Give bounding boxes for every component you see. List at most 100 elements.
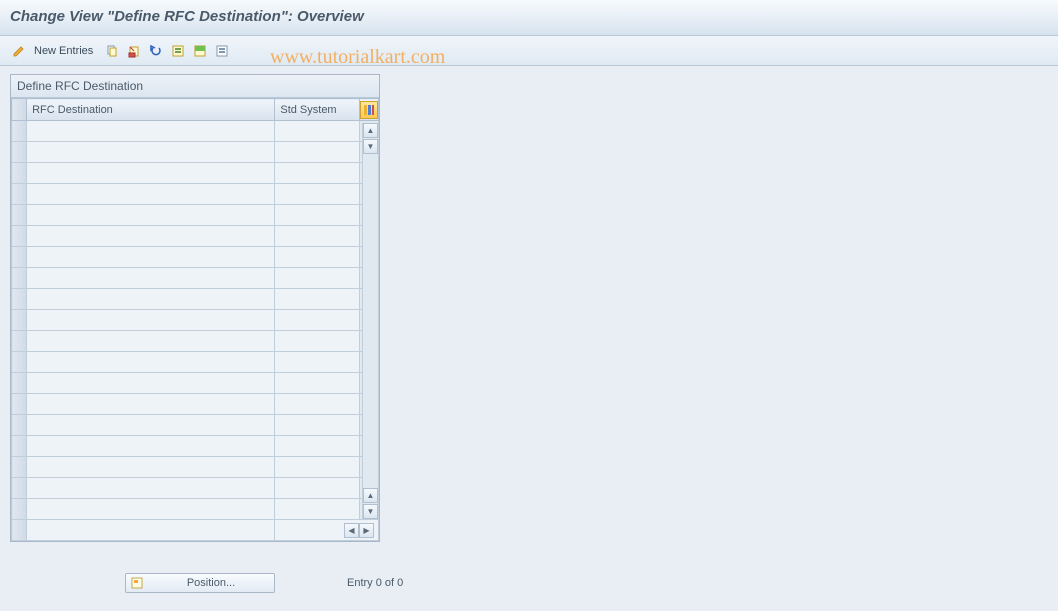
row-selector[interactable] <box>12 226 27 247</box>
cell-rfc-destination[interactable] <box>27 436 275 457</box>
cell-std-system[interactable] <box>275 478 359 499</box>
deselect-all-icon[interactable] <box>213 42 231 60</box>
position-button-label: Position... <box>148 577 274 589</box>
cell-rfc-destination[interactable] <box>27 121 275 142</box>
row-selector[interactable] <box>12 352 27 373</box>
cell-rfc-destination[interactable] <box>27 331 275 352</box>
table-row <box>12 373 379 394</box>
cell-rfc-destination[interactable] <box>27 457 275 478</box>
scroll-down-button-upper[interactable]: ▼ <box>363 139 378 154</box>
cell-rfc-destination[interactable] <box>27 289 275 310</box>
cell-std-system[interactable] <box>275 247 359 268</box>
position-button[interactable]: Position... <box>125 573 275 593</box>
cell-std-system[interactable] <box>275 226 359 247</box>
row-selector[interactable] <box>12 163 27 184</box>
delete-icon[interactable] <box>125 42 143 60</box>
table-row <box>12 394 379 415</box>
select-all-icon[interactable] <box>169 42 187 60</box>
row-selector[interactable] <box>12 268 27 289</box>
cell-std-system[interactable] <box>275 373 359 394</box>
cell-rfc-destination[interactable] <box>27 394 275 415</box>
scroll-up-button[interactable]: ▲ <box>363 123 378 138</box>
row-selector[interactable] <box>12 205 27 226</box>
row-selector[interactable] <box>12 121 27 142</box>
undo-icon[interactable] <box>147 42 165 60</box>
table-row <box>12 226 379 247</box>
cell-rfc-destination[interactable] <box>27 310 275 331</box>
row-selector[interactable] <box>12 478 27 499</box>
table-row <box>12 247 379 268</box>
cell-std-system[interactable] <box>275 310 359 331</box>
cell-std-system[interactable] <box>275 331 359 352</box>
row-selector[interactable] <box>12 184 27 205</box>
cell-std-system[interactable] <box>275 289 359 310</box>
row-selector[interactable] <box>12 457 27 478</box>
column-header-selector[interactable] <box>12 99 27 121</box>
cell-rfc-destination[interactable] <box>27 142 275 163</box>
column-header-rfc-destination[interactable]: RFC Destination <box>27 99 275 121</box>
cell-std-system[interactable] <box>275 394 359 415</box>
scroll-left-button[interactable]: ◀ <box>344 523 359 538</box>
table-row <box>12 184 379 205</box>
cell-std-system[interactable] <box>275 121 359 142</box>
row-selector[interactable] <box>12 373 27 394</box>
cell-std-system[interactable] <box>275 205 359 226</box>
table-row <box>12 163 379 184</box>
page-title: Change View "Define RFC Destination": Ov… <box>10 8 364 25</box>
row-selector[interactable] <box>12 331 27 352</box>
cell-rfc-destination[interactable] <box>27 163 275 184</box>
column-header-std-system[interactable]: Std System <box>275 99 359 121</box>
table-row <box>12 310 379 331</box>
pencil-icon[interactable] <box>10 42 28 60</box>
table-row <box>12 352 379 373</box>
cell-rfc-destination[interactable] <box>27 373 275 394</box>
cell-rfc-destination[interactable] <box>27 352 275 373</box>
cell-std-system[interactable] <box>275 415 359 436</box>
cell-std-system[interactable] <box>275 352 359 373</box>
toolbar: New Entries <box>0 36 1058 66</box>
table-settings-icon[interactable] <box>360 101 378 119</box>
table-row <box>12 331 379 352</box>
cell-std-system[interactable] <box>275 499 359 520</box>
cell-rfc-destination[interactable] <box>27 499 275 520</box>
table-panel: Define RFC Destination RFC Destination S… <box>10 74 380 542</box>
cell-rfc-destination[interactable] <box>27 268 275 289</box>
scroll-up-button-lower[interactable]: ▲ <box>363 488 378 503</box>
table-row <box>12 499 379 520</box>
copy-icon[interactable] <box>103 42 121 60</box>
new-entries-button[interactable]: New Entries <box>32 45 99 57</box>
table-row <box>12 457 379 478</box>
entry-status: Entry 0 of 0 <box>347 577 403 589</box>
cell-rfc-destination[interactable] <box>27 205 275 226</box>
table-row <box>12 268 379 289</box>
row-selector[interactable] <box>12 436 27 457</box>
cell-std-system[interactable] <box>275 184 359 205</box>
cell-rfc-destination[interactable] <box>27 415 275 436</box>
cell-std-system[interactable] <box>275 436 359 457</box>
vertical-scrollbar[interactable]: ▲ ▼ ▲ ▼ <box>362 123 378 519</box>
cell-rfc-destination[interactable] <box>27 478 275 499</box>
row-selector[interactable] <box>12 394 27 415</box>
table-row <box>12 205 379 226</box>
row-selector[interactable] <box>12 247 27 268</box>
cell-rfc-destination[interactable] <box>27 226 275 247</box>
row-selector[interactable] <box>12 289 27 310</box>
position-icon <box>126 576 148 590</box>
cell-rfc-destination[interactable] <box>27 247 275 268</box>
cell-std-system[interactable] <box>275 142 359 163</box>
panel-title: Define RFC Destination <box>11 75 379 98</box>
row-selector[interactable] <box>12 310 27 331</box>
scroll-right-button[interactable]: ▶ <box>359 523 374 538</box>
cell-rfc-destination[interactable] <box>27 184 275 205</box>
row-selector[interactable] <box>12 499 27 520</box>
table-row <box>12 142 379 163</box>
table-row <box>12 289 379 310</box>
cell-std-system[interactable] <box>275 457 359 478</box>
row-selector[interactable] <box>12 142 27 163</box>
select-block-icon[interactable] <box>191 42 209 60</box>
scroll-down-button[interactable]: ▼ <box>363 504 378 519</box>
cell-std-system[interactable] <box>275 163 359 184</box>
row-selector[interactable] <box>12 415 27 436</box>
cell-std-system[interactable] <box>275 268 359 289</box>
table-row <box>12 415 379 436</box>
